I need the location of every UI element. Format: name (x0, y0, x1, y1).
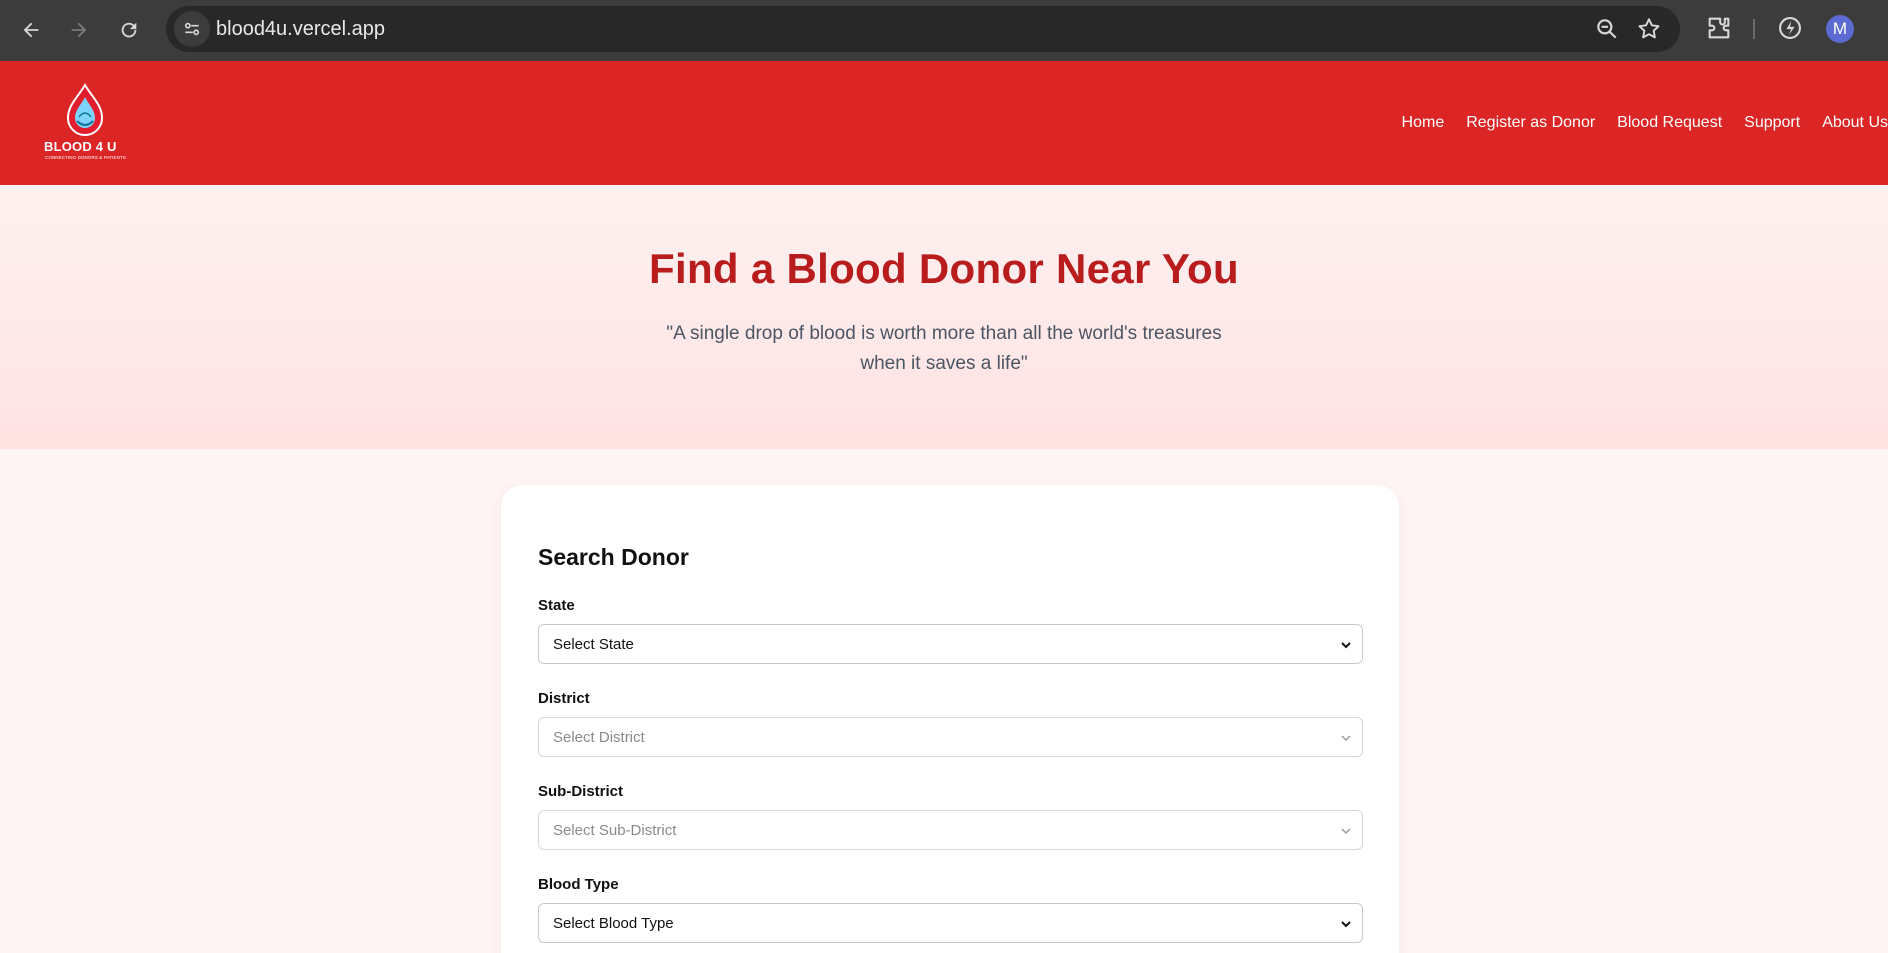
site-info-button[interactable] (174, 11, 210, 47)
nav-support[interactable]: Support (1744, 114, 1800, 132)
sub-district-label: Sub-District (538, 783, 624, 800)
site-logo[interactable]: BLOOD 4 U CONNECTING DONORS & PATIENTS (40, 83, 128, 163)
address-bar[interactable]: blood4u.vercel.app (166, 6, 1680, 52)
sub-district-select-value: Select Sub-District (553, 821, 677, 839)
district-select-value: Select District (553, 728, 645, 746)
performance-icon[interactable] (1776, 14, 1804, 42)
nav-about-us[interactable]: About Us (1822, 114, 1888, 132)
nav-register-donor[interactable]: Register as Donor (1466, 114, 1595, 132)
hero-quote: "A single drop of blood is worth more th… (666, 323, 1222, 374)
forward-icon (71, 22, 87, 38)
district-label: District (538, 690, 590, 707)
state-label: State (538, 597, 575, 614)
search-donor-card: Search Donor State Select State District… (501, 485, 1399, 953)
chevron-down-icon (1341, 735, 1351, 742)
chevron-down-icon (1341, 921, 1351, 928)
reload-icon (121, 22, 137, 38)
sub-district-select[interactable]: Select Sub-District (538, 810, 1363, 850)
chevron-down-icon (1341, 642, 1351, 649)
main-nav: Home Register as Donor Blood Request Sup… (1402, 61, 1888, 185)
extensions-icon[interactable] (1705, 14, 1733, 42)
brand-tagline: CONNECTING DONORS & PATIENTS (45, 155, 126, 160)
bookmark-star-icon[interactable] (1636, 16, 1662, 42)
state-select[interactable]: Select State (538, 624, 1363, 664)
profile-avatar[interactable]: M (1826, 15, 1854, 43)
search-title: Search Donor (538, 544, 689, 570)
hero-title: Find a Blood Donor Near You (649, 245, 1239, 292)
zoom-icon[interactable] (1594, 16, 1620, 42)
forward-button[interactable] (61, 12, 97, 48)
blood-drop-logo-icon (66, 83, 104, 136)
blood-type-select[interactable]: Select Blood Type (538, 903, 1363, 943)
back-icon (23, 22, 39, 38)
blood-type-select-value: Select Blood Type (553, 914, 674, 932)
nav-blood-request[interactable]: Blood Request (1617, 114, 1722, 132)
hero-section: Find a Blood Donor Near You "A single dr… (0, 185, 1888, 449)
blood-type-label: Blood Type (538, 876, 619, 893)
state-select-value: Select State (553, 635, 634, 653)
url-text[interactable]: blood4u.vercel.app (216, 18, 385, 41)
reload-button[interactable] (111, 12, 147, 48)
district-select[interactable]: Select District (538, 717, 1363, 757)
site-header: BLOOD 4 U CONNECTING DONORS & PATIENTS H… (0, 61, 1888, 185)
brand-name: BLOOD 4 U (44, 139, 117, 154)
toolbar-separator (1753, 19, 1755, 39)
site-info-icon (184, 22, 200, 36)
chevron-down-icon (1341, 828, 1351, 835)
browser-toolbar: blood4u.vercel.app M (0, 0, 1888, 61)
nav-home[interactable]: Home (1402, 114, 1445, 132)
back-button[interactable] (13, 12, 49, 48)
